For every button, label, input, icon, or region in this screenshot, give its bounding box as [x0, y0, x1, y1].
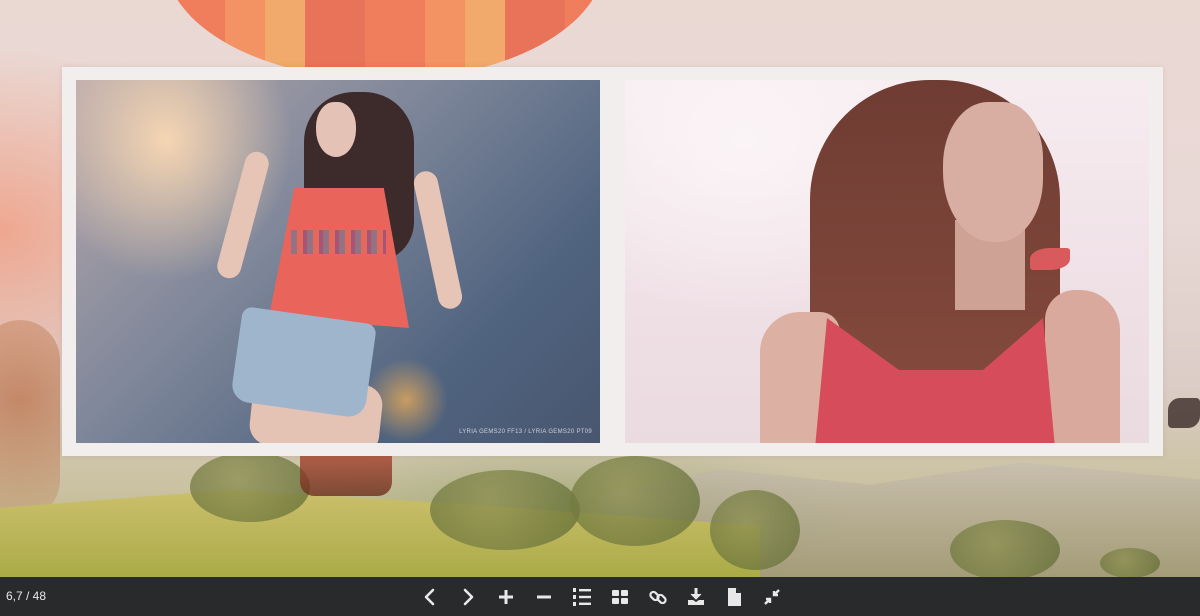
background-tree: [950, 520, 1060, 580]
photo-caption: LYRIA GEMS20 FF13 / LYRIA GEMS20 PT09: [459, 429, 592, 435]
toolbar-buttons: [411, 577, 791, 616]
link-icon: [649, 590, 667, 604]
single-page-button[interactable]: [715, 577, 753, 616]
photo-detail: [1045, 290, 1120, 443]
table-of-contents-button[interactable]: [563, 577, 601, 616]
numbered-list-icon: [573, 587, 591, 606]
bottom-toolbar: 6,7 / 48: [0, 577, 1200, 616]
zoom-in-button[interactable]: [487, 577, 525, 616]
photo-detail: [230, 306, 377, 419]
document-icon: [728, 587, 741, 606]
page-counter: 6,7 / 48: [6, 589, 47, 603]
download-icon: [688, 587, 704, 605]
photo-detail: [943, 102, 1043, 242]
photo-detail: [411, 169, 465, 311]
zoom-out-button[interactable]: [525, 577, 563, 616]
right-page-photo[interactable]: [625, 80, 1149, 443]
book-spread[interactable]: LYRIA GEMS20 FF13 / LYRIA GEMS20 PT09: [62, 67, 1163, 456]
compress-icon: [764, 588, 780, 605]
download-button[interactable]: [677, 577, 715, 616]
background-tree: [430, 470, 580, 550]
background-tree: [190, 452, 310, 522]
background-person: [1168, 398, 1200, 428]
minus-icon: [537, 595, 551, 598]
chevron-left-icon: [424, 588, 435, 605]
photo-detail: [316, 102, 356, 157]
flipbook-viewer: LYRIA GEMS20 FF13 / LYRIA GEMS20 PT09 6,…: [0, 0, 1200, 616]
photo-detail: [214, 149, 272, 281]
background-tree: [570, 456, 700, 546]
plus-icon: [499, 589, 513, 604]
photo-detail: [1030, 248, 1070, 270]
left-page-photo[interactable]: LYRIA GEMS20 FF13 / LYRIA GEMS20 PT09: [76, 80, 600, 443]
next-page-button[interactable]: [449, 577, 487, 616]
background-balloon-basket: [300, 456, 392, 496]
background-tree: [0, 320, 60, 520]
photo-detail: [291, 230, 386, 254]
exit-fullscreen-button[interactable]: [753, 577, 791, 616]
background-tree: [1100, 548, 1160, 578]
grid-icon: [612, 589, 628, 604]
thumbnails-button[interactable]: [601, 577, 639, 616]
background-tree: [710, 490, 800, 570]
chevron-right-icon: [463, 588, 474, 605]
share-link-button[interactable]: [639, 577, 677, 616]
previous-page-button[interactable]: [411, 577, 449, 616]
